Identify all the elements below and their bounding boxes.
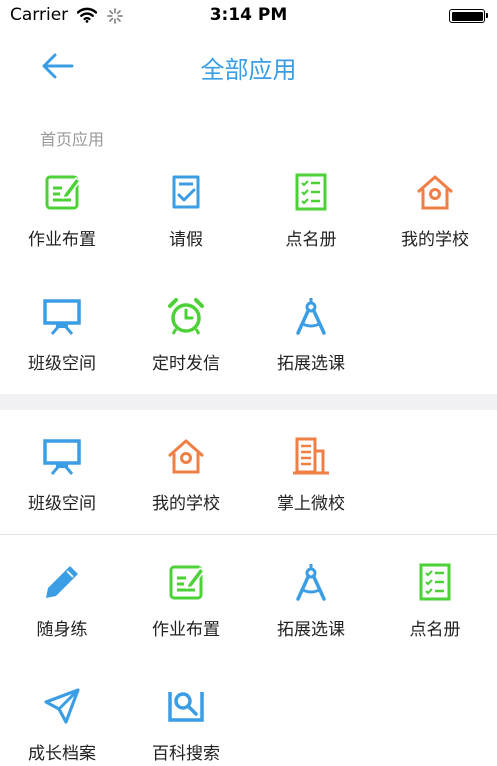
roll-call-icon [295, 173, 327, 211]
divider-line [0, 534, 497, 535]
page-title: 全部应用 [200, 56, 297, 84]
paper-plane-icon [44, 688, 80, 724]
status-bar: Carrier 3:14 PM [0, 0, 497, 32]
app-tile-class-space[interactable]: 班级空间 [0, 296, 124, 376]
building-icon [293, 437, 329, 475]
app-tile-leave-request[interactable]: 请假 [124, 172, 248, 252]
my-school-icon [168, 439, 204, 474]
app-tile-label: 作业布置 [28, 230, 96, 250]
app-tile-alarm-clock[interactable]: 定时发信 [124, 296, 248, 376]
section-separator-band [0, 394, 497, 410]
app-tile-label: 掌上微校 [277, 494, 345, 514]
leave-request-icon [172, 175, 200, 209]
app-tile-label: 定时发信 [152, 354, 220, 374]
pen-icon [46, 566, 78, 598]
app-tile-pen[interactable]: 随身练 [0, 562, 124, 642]
app-tile-label: 班级空间 [28, 354, 96, 374]
compass-icon [296, 564, 326, 601]
homework-edit-icon [45, 175, 82, 210]
app-tile-label: 班级空间 [28, 494, 96, 514]
app-tile-building[interactable]: 掌上微校 [249, 436, 373, 516]
homework-edit-icon [169, 565, 206, 600]
app-tile-compass[interactable]: 拓展选课 [249, 562, 373, 642]
alarm-clock-icon [168, 298, 204, 335]
app-tile-homework-edit[interactable]: 作业布置 [0, 172, 124, 252]
search-doc-icon [168, 692, 204, 722]
app-tile-label: 拓展选课 [277, 620, 345, 640]
navigation-bar: 全部应用 [0, 32, 497, 102]
compass-icon [296, 298, 326, 335]
clock-time: 3:14 PM [209, 5, 288, 25]
app-tile-my-school[interactable]: 我的学校 [124, 436, 248, 516]
app-tile-roll-call[interactable]: 点名册 [373, 562, 497, 642]
app-tile-label: 我的学校 [401, 230, 469, 250]
app-tile-roll-call[interactable]: 点名册 [249, 172, 373, 252]
app-tile-class-space[interactable]: 班级空间 [0, 436, 124, 516]
app-tile-label: 作业布置 [152, 620, 220, 640]
app-tile-compass[interactable]: 拓展选课 [249, 296, 373, 376]
app-tile-my-school[interactable]: 我的学校 [373, 172, 497, 252]
app-tile-label: 随身练 [36, 620, 88, 640]
app-tile-label: 点名册 [285, 230, 337, 250]
app-tile-label: 百科搜索 [152, 744, 220, 764]
my-school-icon [417, 175, 453, 210]
class-space-icon [43, 439, 81, 475]
app-tile-label: 请假 [169, 230, 203, 250]
app-tile-label: 我的学校 [152, 494, 220, 514]
app-tile-label: 点名册 [409, 620, 461, 640]
class-space-icon [43, 299, 81, 335]
section-header-home-apps: 首页应用 [40, 130, 105, 149]
app-tile-search-doc[interactable]: 百科搜索 [124, 686, 248, 766]
app-tile-label: 拓展选课 [277, 354, 345, 374]
battery-icon [449, 9, 488, 23]
app-tile-paper-plane[interactable]: 成长档案 [0, 686, 124, 766]
app-tile-homework-edit[interactable]: 作业布置 [124, 562, 248, 642]
app-tile-label: 成长档案 [28, 744, 96, 764]
roll-call-icon [419, 563, 451, 601]
